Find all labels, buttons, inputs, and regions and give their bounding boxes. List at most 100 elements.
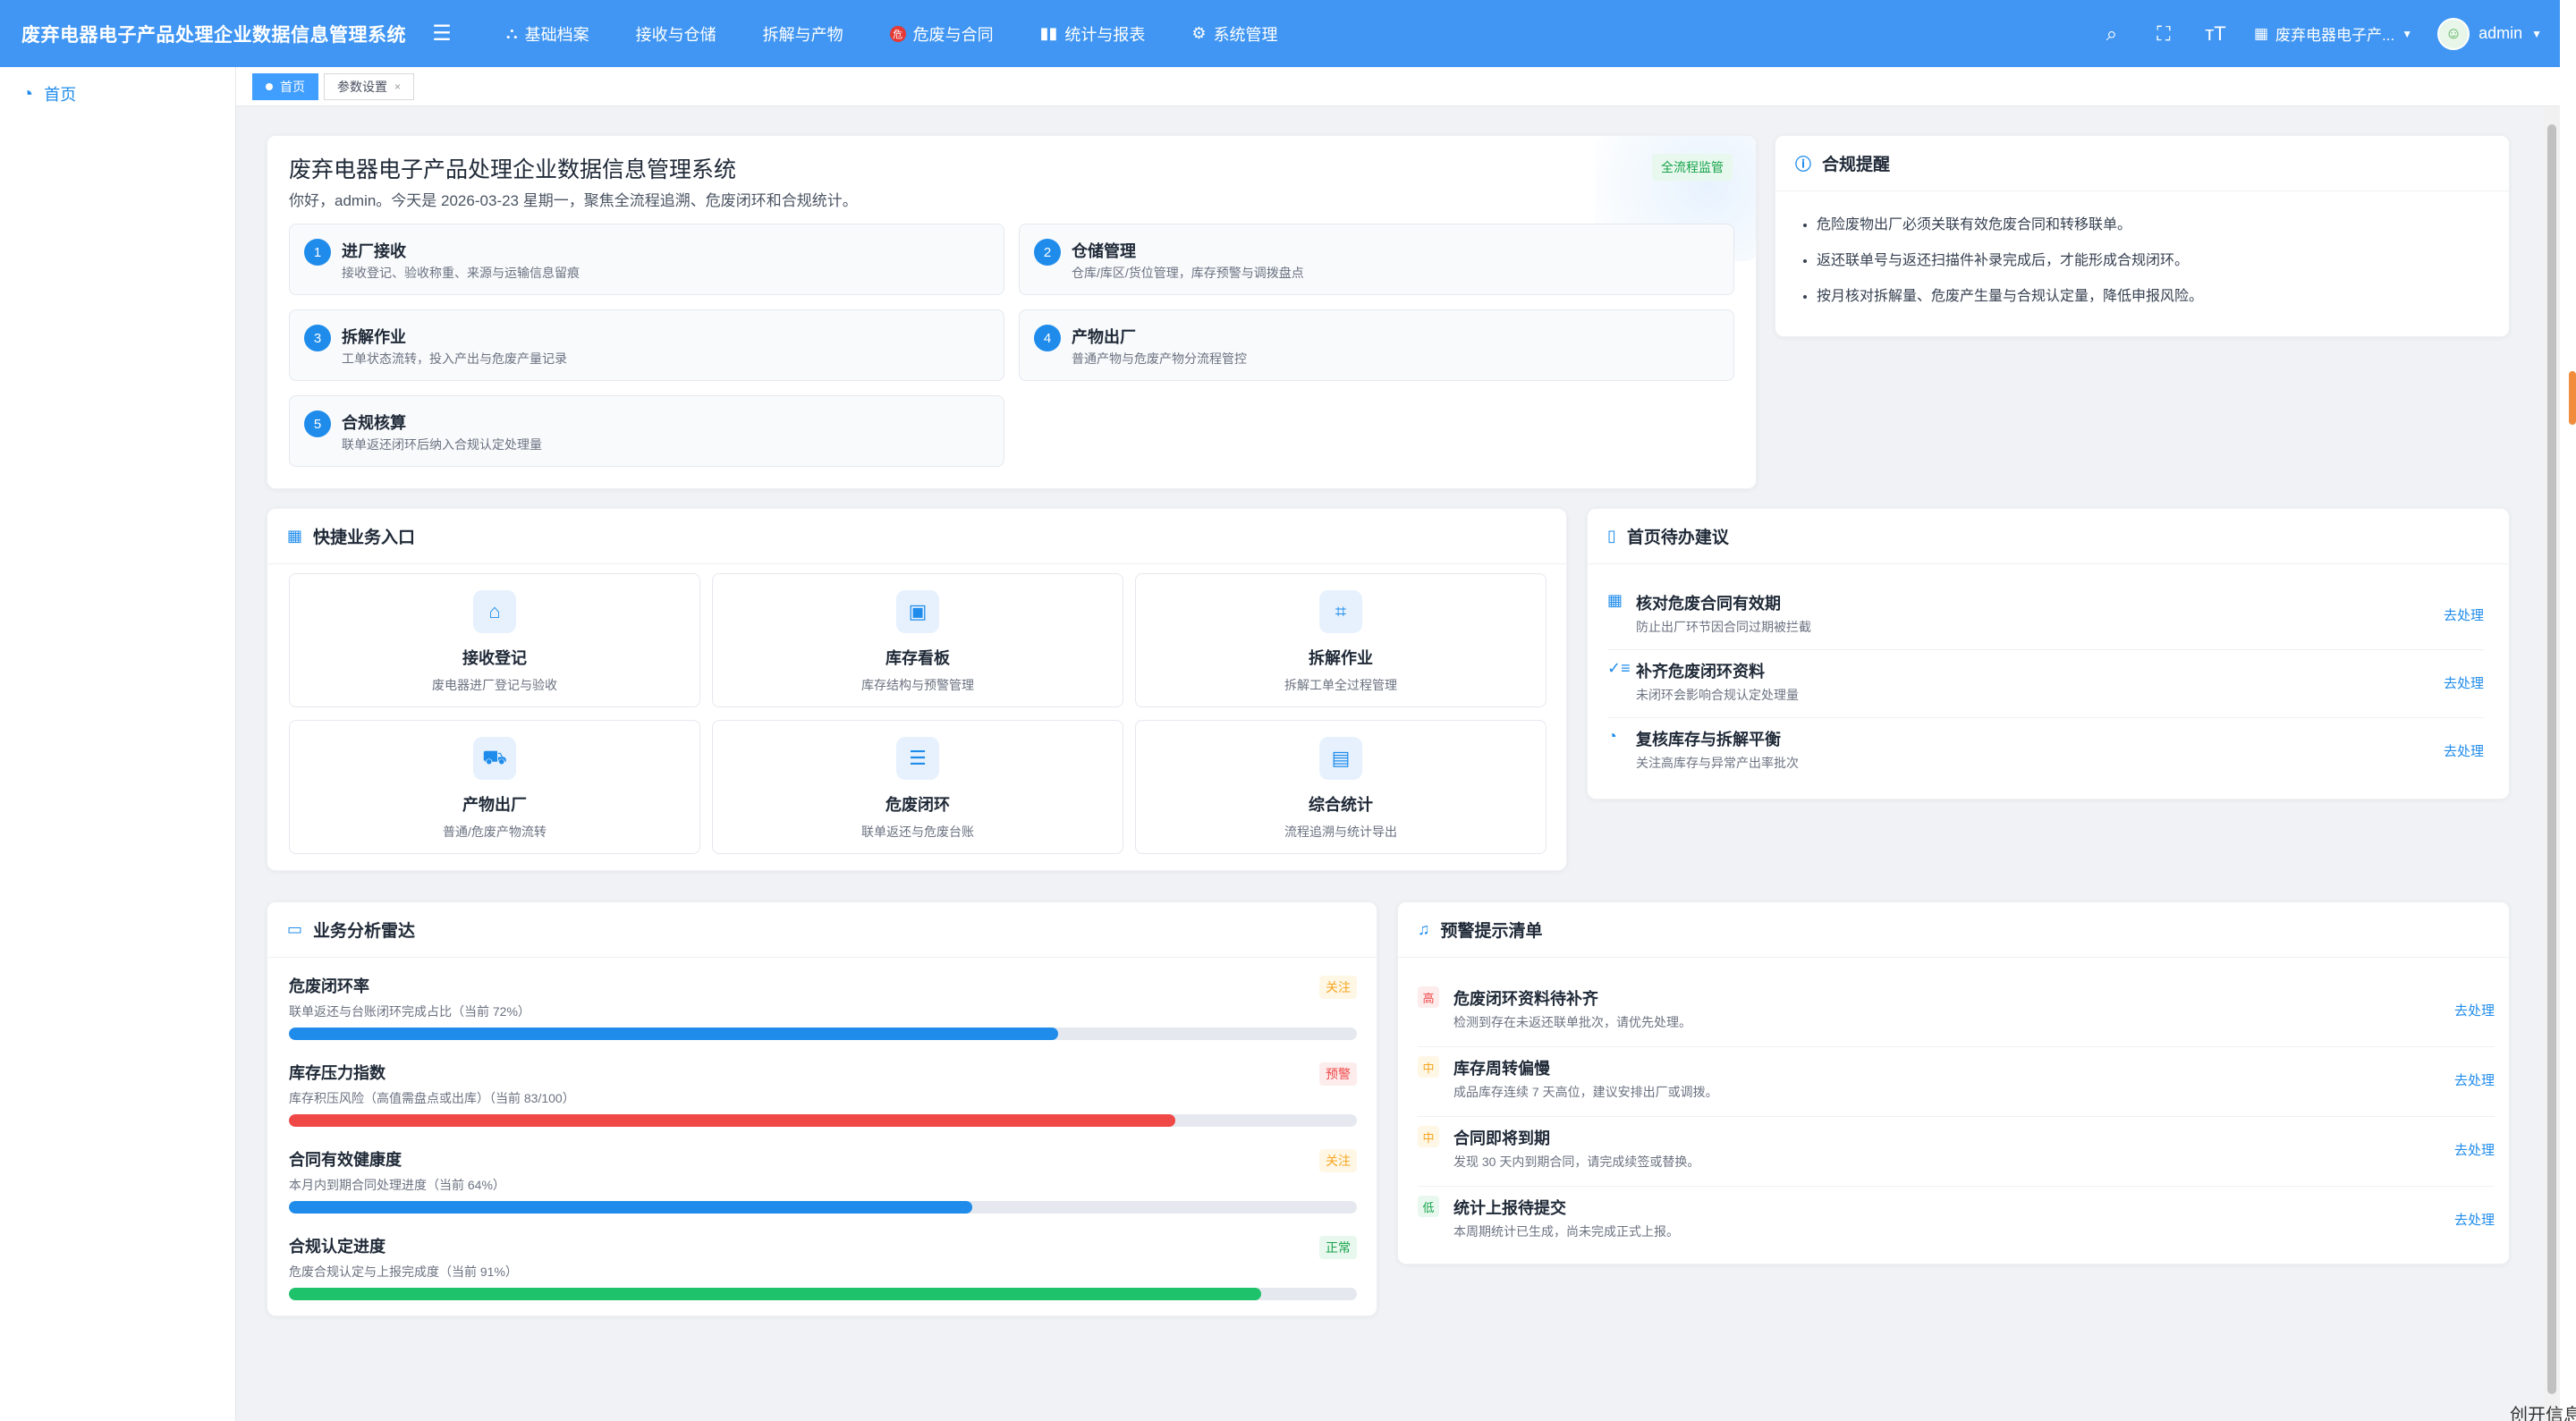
alert-item: 高危废闭环资料待补齐 检测到存在未返还联单批次，请优先处理。 去处理	[1418, 977, 2495, 1047]
tenant-selector[interactable]: ▦ 废弃电器电子产... ▼	[2254, 22, 2412, 45]
header-tools: ⌕ ⛶ ᴛT ▦ 废弃电器电子产... ▼ ☺ admin ▼	[2098, 0, 2542, 67]
progress-track	[289, 1028, 1357, 1040]
handle-link[interactable]: 去处理	[2444, 605, 2484, 624]
calendar-icon: ▦	[1607, 591, 1623, 609]
nav-item-basic-archive[interactable]: ⛬ 基础档案	[483, 0, 613, 67]
hero-card: 废弃电器电子产品处理企业数据信息管理系统 你好，admin。今天是 2026-0…	[267, 135, 1757, 489]
nav-item-hazard-contract[interactable]: 危危废与合同	[867, 0, 1017, 67]
todo-item: ✓≡ 补齐危废闭环资料 未闭环会影响合规认定处理量 去处理	[1607, 650, 2484, 718]
close-icon[interactable]: ×	[394, 80, 401, 93]
menu-toggle-icon[interactable]: ☰	[420, 21, 463, 47]
tag-params[interactable]: 参数设置 ×	[324, 72, 415, 100]
page-scrollbar[interactable]	[2544, 106, 2560, 1421]
card-title: 合规提醒	[1822, 156, 1891, 174]
metric-title: 合规认定进度	[289, 1238, 386, 1256]
quick-tile-outbound[interactable]: ⛟ 产物出厂 普通/危废产物流转	[289, 720, 700, 854]
metric-row: 库存压力指数 库存积压风险（高值需盘点或出库）（当前 83/100） 预警	[289, 1061, 1357, 1146]
metric-title: 库存压力指数	[289, 1064, 386, 1082]
quick-entry-card: ▦ 快捷业务入口 ⌂ 接收登记 废电器进厂登记与验收 ▣ 库存看板 库存结构与预警管理 ⌗…	[267, 508, 1567, 871]
handle-link[interactable]: 去处理	[2454, 1210, 2495, 1229]
alert-item: 中合同即将到期发现 30 天内到期合同，请完成续签或替换。 去处理	[1418, 1117, 2495, 1187]
side-handle[interactable]	[2569, 371, 2576, 425]
handle-link[interactable]: 去处理	[2454, 1070, 2495, 1089]
process-step[interactable]: 1 进厂接收 接收登记、验收称重、来源与运输信息留痕	[289, 224, 1004, 295]
handle-link[interactable]: 去处理	[2444, 673, 2484, 692]
alert-title: 库存周转偏慢	[1453, 1060, 1550, 1078]
compliance-list: 危险废物出厂必须关联有效危废合同和转移联单。 返还联单号与返还扫描件补录完成后，…	[1775, 191, 2509, 306]
metric-row: 危废闭环率 联单返还与台账闭环完成占比（当前 72%） 关注	[289, 974, 1357, 1060]
radar-card: ▭ 业务分析雷达 危废闭环率 联单返还与台账闭环完成占比（当前 72%） 关注 库存压力…	[267, 901, 1377, 1316]
metric-row: 合同有效健康度 本月内到期合同处理进度（当前 64%） 关注	[289, 1147, 1357, 1233]
list-item: 返还联单号与返还扫描件补录完成后，才能形成合规闭环。	[1817, 252, 2489, 270]
nav-item-dismantle-products[interactable]: 拆解与产物	[740, 0, 867, 67]
bell-icon: ♫	[1418, 920, 1430, 938]
dashboard-icon: ◔	[21, 82, 34, 105]
alert-item: 低统计上报待提交 本周期统计已生成，尚未完成正式上报。 去处理	[1418, 1187, 2495, 1256]
quick-tile-inventory[interactable]: ▣ 库存看板 库存结构与预警管理	[712, 573, 1123, 707]
alert-title: 危废闭环资料待补齐	[1453, 990, 1598, 1008]
alert-desc: 发现 30 天内到期合同，请完成续签或替换。	[1453, 1155, 1700, 1169]
progress-fill	[289, 1028, 1058, 1040]
tag-home[interactable]: 首页	[252, 72, 318, 100]
handle-link[interactable]: 去处理	[2454, 1001, 2495, 1019]
nav-item-stats-reports[interactable]: ▮▮ 统计与报表	[1017, 0, 1169, 67]
alert-title: 合同即将到期	[1453, 1129, 1550, 1147]
nav-item-receive-storage[interactable]: 接收与仓储	[613, 0, 740, 67]
quick-tile-hazard-loop[interactable]: ☰ 危废闭环 联单返还与危废台账	[712, 720, 1123, 854]
level-badge: 中	[1418, 1126, 1439, 1147]
inbox-icon: ⌂	[473, 590, 516, 633]
quick-tile-dismantle[interactable]: ⌗ 拆解作业 拆解工单全过程管理	[1135, 573, 1546, 707]
search-icon[interactable]: ⌕	[2098, 22, 2125, 46]
box-icon: ▣	[896, 590, 939, 633]
metric-row: 合规认定进度 危废合规认定与上报完成度（当前 91%） 正常	[289, 1234, 1357, 1320]
document-icon: ☰	[896, 737, 939, 780]
list-item: 危险废物出厂必须关联有效危废合同和转移联单。	[1817, 216, 2489, 234]
monitor-icon: ▭	[287, 920, 303, 938]
quick-tile-statistics[interactable]: ▤ 综合统计 流程追溯与统计导出	[1135, 720, 1546, 854]
watermark: 创开信息	[2510, 1406, 2576, 1421]
card-title: 快捷业务入口	[313, 529, 416, 547]
list-item: 按月核对拆解量、危废产生量与合规认定量，降低申报风险。	[1817, 288, 2489, 306]
app-title: 废弃电器电子产品处理企业数据信息管理系统	[21, 24, 406, 46]
hazard-icon: 危	[889, 25, 906, 42]
metric-title: 合同有效健康度	[289, 1151, 402, 1169]
metric-title: 危废闭环率	[289, 977, 369, 995]
quick-tile-receive[interactable]: ⌂ 接收登记 废电器进厂登记与验收	[289, 573, 700, 707]
report-icon: ▤	[1319, 737, 1362, 780]
sitemap-icon: ⛬	[506, 24, 518, 42]
font-size-icon[interactable]: ᴛT	[2202, 22, 2229, 46]
handle-link[interactable]: 去处理	[2444, 741, 2484, 760]
progress-track	[289, 1288, 1357, 1300]
alert-title: 统计上报待提交	[1453, 1199, 1566, 1217]
process-step[interactable]: 2 仓储管理 仓库/库区/货位管理，库存预警与调拨盘点	[1019, 224, 1734, 295]
process-step[interactable]: 5 合规核算 联单返还闭环后纳入合规认定处理量	[289, 395, 1004, 467]
top-nav-menu: ⛬ 基础档案 接收与仓储 拆解与产物 危危废与合同 ▮▮ 统计与报表 ⚙ 系统管理	[483, 0, 1301, 67]
status-badge: 关注	[1319, 1149, 1357, 1172]
user-menu[interactable]: ☺ admin ▼	[2437, 17, 2542, 50]
nav-item-system-admin[interactable]: ⚙ 系统管理	[1168, 0, 1301, 67]
chip-icon: ⌗	[1319, 590, 1362, 633]
alert-desc: 本周期统计已生成，尚未完成正式上报。	[1453, 1224, 1679, 1239]
caret-down-icon: ▼	[2402, 27, 2413, 40]
info-icon: ⓘ	[1795, 155, 1811, 173]
document-icon: ▯	[1607, 527, 1616, 545]
handle-link[interactable]: 去处理	[2454, 1140, 2495, 1159]
alerts-card: ♫ 预警提示清单 高危废闭环资料待补齐 检测到存在未返还联单批次，请优先处理。 去处理…	[1397, 901, 2510, 1265]
todo-item: ▦ 核对危废合同有效期 防止出厂环节因合同过期被拦截 去处理	[1607, 582, 2484, 650]
grid-icon: ▦	[2253, 24, 2269, 42]
fullscreen-icon[interactable]: ⛶	[2150, 22, 2177, 46]
process-step[interactable]: 4 产物出厂 普通产物与危废产物分流程管控	[1019, 309, 1734, 381]
greeting-text: 你好，admin。今天是 2026-03-23 星期一，聚焦全流程追溯、危废闭环…	[289, 192, 858, 209]
progress-track	[289, 1114, 1357, 1127]
todo-card: ▯ 首页待办建议 ▦ 核对危废合同有效期 防止出厂环节因合同过期被拦截 去处理 ✓≡ 补齐…	[1587, 508, 2510, 799]
bar-chart-icon: ▮▮	[1039, 24, 1058, 42]
page-title: 废弃电器电子产品处理企业数据信息管理系统	[289, 157, 737, 182]
status-badge: 预警	[1319, 1062, 1357, 1086]
sidebar: ◔ 首页	[0, 67, 236, 1421]
card-title: 预警提示清单	[1440, 922, 1543, 941]
compliance-card: ⓘ 合规提醒 危险废物出厂必须关联有效危废合同和转移联单。 返还联单号与返还扫描件…	[1775, 135, 2510, 337]
process-step[interactable]: 3 拆解作业 工单状态流转，投入产出与危废产量记录	[289, 309, 1004, 381]
sidebar-item-home[interactable]: ◔ 首页	[0, 67, 235, 121]
gear-icon: ⚙	[1191, 24, 1207, 42]
checklist-icon: ✓≡	[1607, 659, 1631, 677]
